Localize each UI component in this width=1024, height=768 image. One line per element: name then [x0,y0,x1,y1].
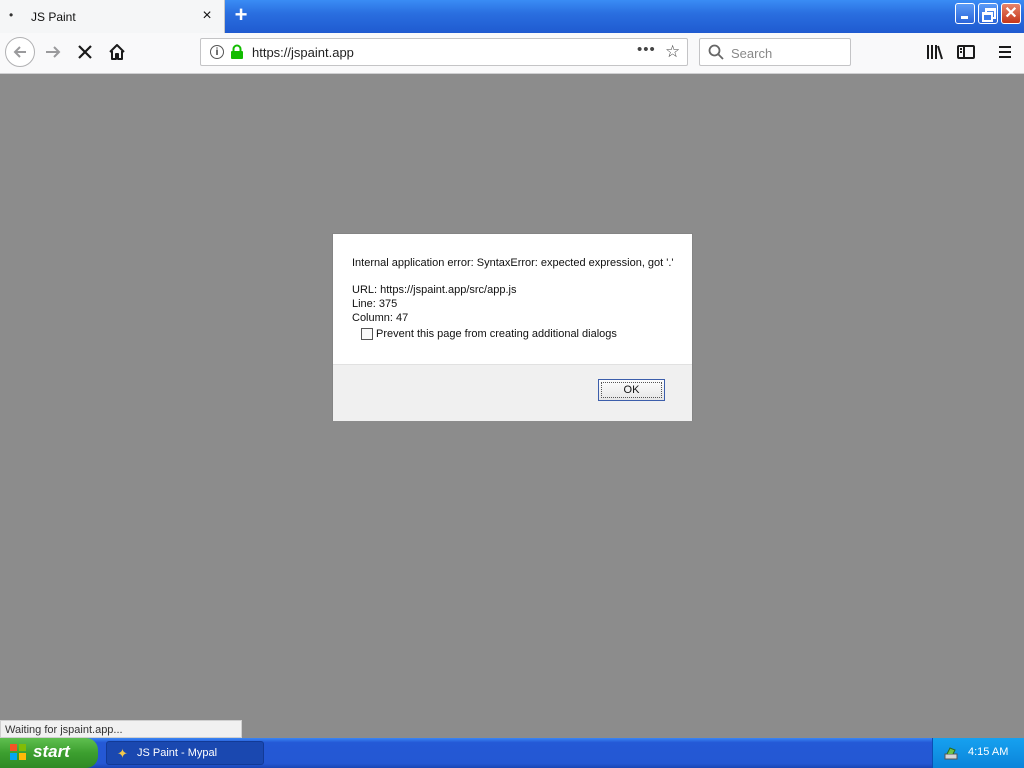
lock-icon[interactable] [230,44,244,60]
tab-loading-indicator: • [9,8,14,22]
back-arrow-icon [13,46,26,58]
close-window-button[interactable]: ✕ [1001,3,1021,24]
browser-titlebar: • JS Paint × + ✕ [0,0,1024,33]
start-label: start [33,742,70,761]
sidebar-button[interactable] [956,42,976,62]
stop-icon [78,45,92,59]
forward-arrow-icon [46,46,61,58]
start-button[interactable]: start [0,738,98,768]
bookmark-star-icon[interactable]: ☆ [665,42,680,62]
forward-button[interactable] [43,42,63,62]
ok-button[interactable]: OK [598,379,665,401]
taskbar: start ✦ JS Paint - Mypal 4:15 AM [0,738,1024,768]
error-message: Internal application error: SyntaxError:… [352,257,674,269]
home-button[interactable] [107,42,127,62]
minimize-button[interactable] [955,3,975,24]
taskbar-app-mypal[interactable]: ✦ JS Paint - Mypal [106,741,264,765]
mypal-app-icon: ✦ [117,746,128,761]
library-icon [927,45,943,60]
close-icon: ✕ [1004,5,1018,22]
status-panel: Waiting for jspaint.app... [0,720,242,738]
windows-logo-icon [10,744,27,761]
error-line: Line: 375 [352,298,398,310]
system-tray: 4:15 AM [932,738,1024,768]
tab-title: JS Paint [31,10,76,24]
search-placeholder: Search [731,46,773,61]
url-text[interactable]: https://jspaint.app [252,45,354,60]
error-column: Column: 47 [352,312,409,324]
tab-js-paint[interactable]: • JS Paint × [0,0,225,33]
search-icon [708,44,724,60]
error-url: URL: https://jspaint.app/src/app.js [352,284,517,296]
sidebar-icon [957,45,975,59]
taskbar-app-label: JS Paint - Mypal [137,747,218,759]
prevent-dialogs-label[interactable]: Prevent this page from creating addition… [376,328,617,340]
clock: 4:15 AM [968,746,1009,758]
url-bar[interactable]: i https://jspaint.app ••• ☆ [200,38,688,66]
menu-button[interactable] [995,42,1015,62]
restore-button[interactable] [978,3,998,24]
info-icon[interactable]: i [210,45,224,59]
safely-remove-hardware-icon[interactable] [943,745,959,761]
hamburger-menu-icon [999,46,1011,58]
new-tab-button[interactable]: + [230,4,252,27]
status-text: Waiting for jspaint.app... [5,724,123,736]
navigation-toolbar: i https://jspaint.app ••• ☆ Search [0,33,1024,74]
library-button[interactable] [925,42,945,62]
stop-button[interactable] [75,42,95,62]
back-button[interactable] [5,37,35,67]
page-actions-menu-icon[interactable]: ••• [637,41,656,58]
search-input[interactable]: Search [699,38,851,66]
tab-close-icon[interactable]: × [199,7,215,25]
prevent-dialogs-checkbox[interactable] [361,328,373,340]
home-icon [109,44,125,60]
alert-dialog: Internal application error: SyntaxError:… [333,234,692,421]
